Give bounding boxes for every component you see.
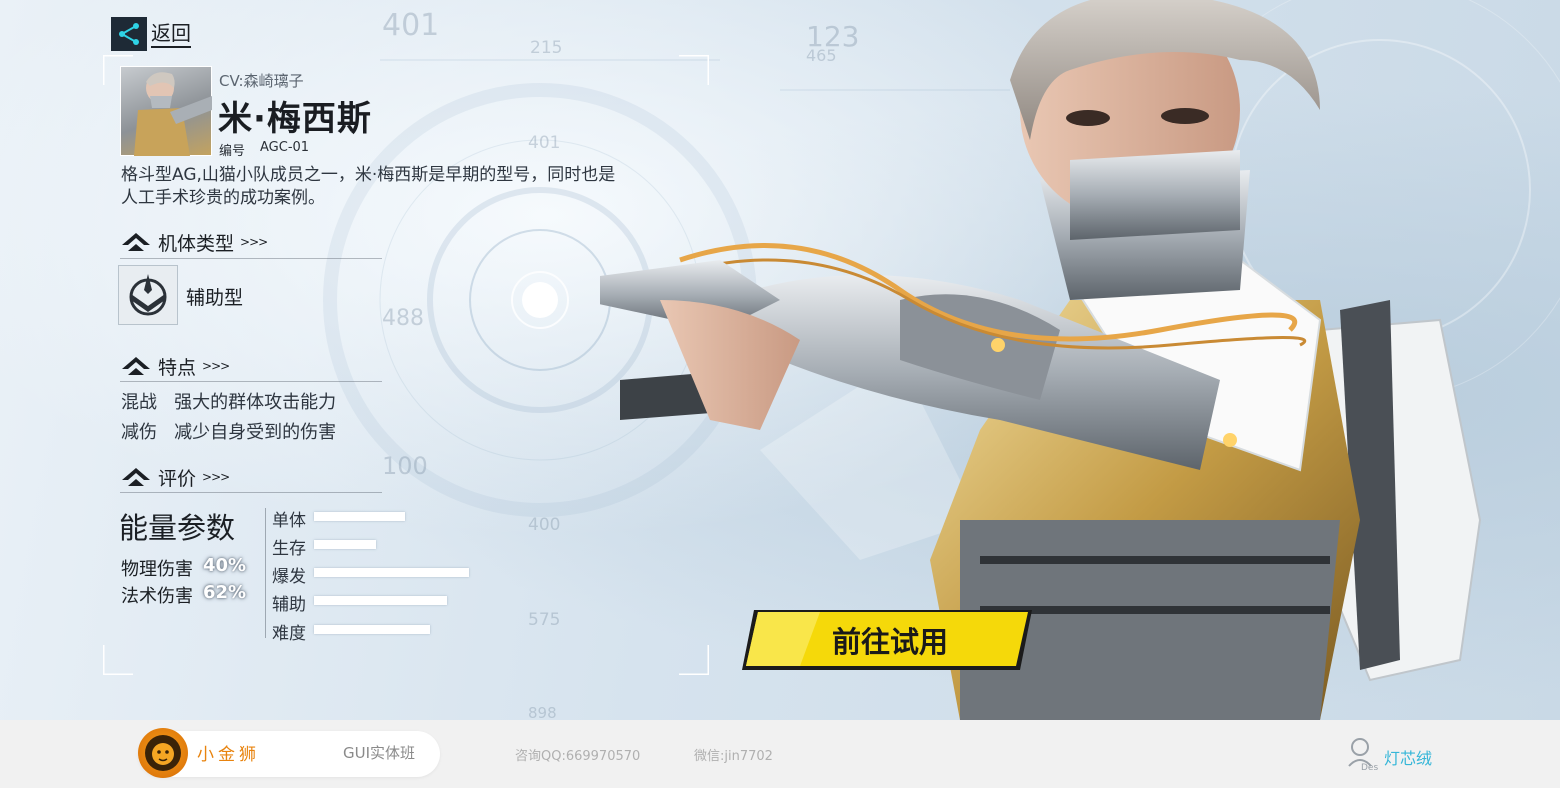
section-title: 评价 (158, 467, 197, 490)
feature-text: 强大的群体攻击能力 (174, 392, 337, 413)
damage-label: 法术伤害 (121, 586, 193, 607)
stat-label: 辅助 (272, 595, 306, 615)
section-divider (120, 381, 382, 382)
stat-bar (314, 540, 376, 549)
section-divider (120, 258, 382, 259)
code-label: 编号 (219, 144, 246, 159)
share-arrow-icon (111, 17, 147, 51)
designer-name: 灯芯绒 (1384, 749, 1433, 768)
try-button-label: 前往试用 (831, 625, 948, 659)
contact-qq: 咨询QQ:669970570 (515, 749, 641, 764)
feature-name: 混战 (121, 392, 157, 413)
stat-bar (314, 512, 405, 521)
stat-bar (314, 596, 447, 605)
energy-params-title: 能量参数 (119, 511, 236, 545)
damage-row-magic: 法术伤害 62% (121, 582, 246, 608)
damage-value: 62% (203, 582, 247, 603)
lion-logo-icon (138, 728, 188, 778)
damage-row-physical: 物理伤害 40% (121, 555, 246, 581)
character-name: 米·梅西斯 (218, 99, 372, 139)
feature-text: 减少自身受到的伤害 (174, 422, 337, 443)
hero-stage: 401 123 465 215 401 488 100 400 575 898 (0, 0, 1560, 720)
stat-bar (314, 568, 469, 577)
support-class-icon (118, 265, 178, 325)
section-header-body-type: 机体类型 >>> (120, 229, 268, 255)
double-arrow-icon: >>> (202, 359, 230, 373)
feature-item: 混战 强大的群体攻击能力 (121, 388, 336, 414)
damage-value: 40% (203, 555, 247, 576)
body-type-value: 辅助型 (186, 287, 244, 309)
stat-bar (314, 625, 430, 634)
bg-number: 401 (382, 8, 440, 43)
chevron-emblem-icon (122, 468, 150, 486)
double-arrow-icon: >>> (202, 470, 230, 484)
stat-label: 难度 (272, 624, 306, 644)
stat-label: 单体 (272, 511, 306, 531)
designer-user-icon: Des (1348, 738, 1378, 772)
character-description: 格斗型AG,山猫小队成员之一，米·梅西斯是早期的型号，同时也是人工手术珍贵的成功… (121, 165, 616, 208)
chevron-emblem-icon (122, 357, 150, 375)
damage-label: 物理伤害 (121, 559, 193, 580)
section-title: 机体类型 (158, 232, 235, 255)
section-divider (120, 492, 382, 493)
brand-name: 小金狮 (197, 745, 260, 765)
code-value: AGC-01 (260, 140, 310, 155)
back-button-label: 返回 (151, 20, 191, 48)
double-arrow-icon: >>> (240, 235, 268, 249)
section-header-features: 特点 >>> (120, 353, 230, 379)
stat-label: 生存 (272, 539, 306, 559)
chevron-emblem-icon (122, 233, 150, 251)
back-button[interactable]: 返回 (111, 17, 191, 51)
section-header-rating: 评价 >>> (120, 464, 230, 490)
contact-wechat: 微信:jin7702 (694, 749, 773, 764)
stat-label: 爆发 (272, 567, 306, 587)
section-title: 特点 (158, 356, 197, 379)
brand-course: GUI实体班 (343, 744, 416, 762)
stat-divider (265, 508, 266, 638)
bg-number: 898 (528, 704, 557, 720)
footer-bar: 小金狮 GUI实体班 咨询QQ:669970570 微信:jin7702 Des… (0, 720, 1560, 788)
feature-item: 减伤 减少自身受到的伤害 (121, 418, 336, 444)
character-portrait (120, 66, 212, 156)
voice-actor-label: CV:森崎璃子 (219, 72, 304, 90)
feature-name: 减伤 (121, 422, 157, 443)
try-now-button[interactable]: 前往试用 (740, 608, 1034, 672)
designer-tag: Des (1361, 763, 1378, 772)
